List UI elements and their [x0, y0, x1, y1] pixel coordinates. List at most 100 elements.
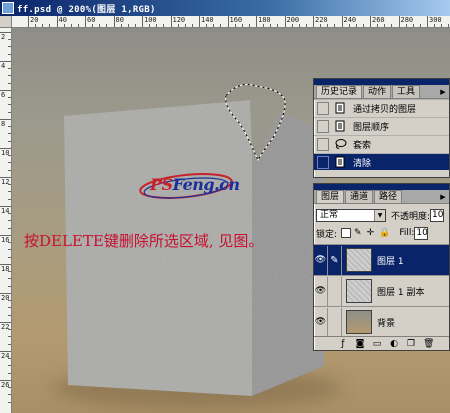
ruler-label: 40 [58, 16, 67, 24]
document-title-bar[interactable]: ff.psd @ 200%(图层 1,RGB) [0, 0, 450, 16]
tab-channels[interactable]: 通道 [345, 190, 374, 203]
eye-icon[interactable]: 👁 [314, 245, 328, 275]
layers-tabs: 图层 通道 路径 ▶ [314, 190, 449, 204]
link-slot[interactable] [328, 276, 342, 306]
ruler-label: 4 [1, 62, 6, 70]
watermark-text: PSFeng.cn [150, 175, 240, 194]
history-source-checkbox[interactable] [317, 155, 329, 169]
tab-layers[interactable]: 图层 [316, 190, 345, 203]
ruler-major-tick [427, 16, 428, 27]
ruler-label: 60 [87, 16, 96, 24]
document-icon [333, 102, 347, 115]
mask-icon[interactable]: ◙ [355, 339, 365, 349]
history-item-label: 套索 [353, 140, 372, 151]
history-item[interactable]: 套索 [314, 135, 449, 152]
layer-thumbnail [346, 310, 372, 334]
ruler-label: 6 [1, 91, 6, 99]
link-slot[interactable] [328, 307, 342, 337]
adjustment-icon[interactable]: ◐ [389, 339, 399, 349]
trash-icon[interactable]: 🗑 [423, 339, 434, 349]
ruler-major-tick [256, 16, 257, 27]
fill-label: Fill: [399, 228, 415, 238]
history-item-label: 图层顺序 [353, 122, 390, 133]
ruler-label: 120 [172, 16, 186, 24]
brush-lock-icon[interactable]: ✎ [354, 228, 362, 238]
padlock-icon[interactable]: 🔒 [379, 228, 390, 238]
move-lock-icon[interactable]: ✛ [367, 228, 375, 238]
folder-icon[interactable]: ▭ [372, 339, 382, 349]
layers-panel: 图层 通道 路径 ▶ 正常 ▼ 不透明度: 10 锁定: ✎ ✛ 🔒 Fill:… [313, 183, 450, 351]
panel-menu-icon[interactable]: ▶ [437, 190, 449, 203]
history-tabs: 历史记录 动作 工具 ▶ [314, 85, 449, 99]
history-item[interactable]: 图层顺序 [314, 117, 449, 134]
history-source-checkbox[interactable] [317, 101, 329, 115]
document-icon [333, 120, 347, 133]
tab-tools[interactable]: 工具 [392, 85, 421, 98]
history-source-checkbox[interactable] [317, 137, 329, 151]
chevron-down-icon: ▼ [374, 209, 385, 221]
ruler-major-tick [199, 16, 200, 27]
psfeng-watermark-logo: PSFeng.cn [138, 172, 248, 204]
tab-paths[interactable]: 路径 [374, 190, 403, 203]
lasso-icon [333, 138, 347, 151]
ruler-major-tick [284, 16, 286, 27]
ruler-major-tick [85, 16, 86, 27]
history-item-active[interactable]: 清除 [314, 153, 449, 170]
history-item-label: 通过拷贝的图层 [353, 104, 417, 115]
layer-row[interactable]: 👁 背景 [314, 306, 449, 337]
instruction-text: 按DELETE键删除所选区域, 见图。 [24, 232, 264, 250]
blend-mode-value: 正常 [320, 209, 339, 220]
ruler-corner[interactable] [0, 16, 12, 28]
ruler-label: 280 [400, 16, 414, 24]
layer-thumbnail [346, 279, 372, 303]
ruler-label: 20 [30, 16, 39, 24]
ruler-major-tick [313, 16, 314, 27]
eye-icon[interactable]: 👁 [314, 276, 328, 306]
eye-icon[interactable]: 👁 [314, 307, 328, 337]
ruler-label: 240 [343, 16, 357, 24]
tab-history[interactable]: 历史记录 [316, 85, 363, 98]
vertical-ruler[interactable]: 2 4 6 8 10 12 14 16 18 20 22 24 26 [0, 28, 12, 413]
opacity-field[interactable]: 10 [430, 208, 445, 222]
ruler-label: 300 [429, 16, 442, 24]
document-icon [333, 156, 347, 169]
ruler-major-tick [341, 16, 343, 27]
lock-transparency-checkbox[interactable] [341, 228, 352, 238]
ruler-major-tick [370, 16, 371, 27]
history-source-checkbox[interactable] [317, 119, 329, 133]
panel-menu-icon[interactable]: ▶ [437, 85, 449, 98]
layer-row[interactable]: 👁 图层 1 副本 [314, 275, 449, 306]
lock-fill-row: 锁定: ✎ ✛ 🔒 Fill: 10 [316, 225, 449, 241]
tab-actions[interactable]: 动作 [363, 85, 392, 98]
layer-row-active[interactable]: 👁 ✎ 图层 1 [314, 244, 449, 275]
fill-field[interactable]: 10 [414, 226, 429, 240]
blend-mode-select[interactable]: 正常 ▼ [316, 208, 386, 222]
opacity-label: 不透明度: [391, 211, 431, 222]
blend-opacity-row: 正常 ▼ 不透明度: 10 [316, 207, 449, 223]
ruler-label: 200 [286, 16, 300, 24]
ruler-label: 180 [258, 16, 271, 24]
watermark-feng: Feng.cn [172, 175, 240, 194]
ruler-major-tick [142, 16, 143, 27]
layer-name[interactable]: 背景 [377, 316, 395, 329]
ruler-label: 100 [144, 16, 157, 24]
brush-icon[interactable]: ✎ [328, 245, 342, 275]
history-item[interactable]: 通过拷贝的图层 [314, 99, 449, 116]
ruler-label: 220 [315, 16, 328, 24]
layer-style-icon[interactable]: ƒ [338, 339, 348, 349]
ruler-label: 160 [229, 16, 243, 24]
layer-name[interactable]: 图层 1 副本 [377, 285, 424, 298]
ruler-label: 2 [1, 33, 6, 41]
ruler-major-tick [227, 16, 229, 27]
layers-bottom-toolbar: ƒ ◙ ▭ ◐ ❐ 🗑 [314, 336, 449, 350]
ruler-label: 140 [201, 16, 214, 24]
ruler-major-tick [56, 16, 58, 27]
ruler-label: 8 [1, 120, 6, 128]
history-item-label: 清除 [353, 158, 372, 169]
layer-name[interactable]: 图层 1 [377, 254, 404, 267]
horizontal-ruler[interactable]: 20 40 60 80 100 120 140 160 180 200 220 240 260 280 30… [12, 16, 450, 28]
new-layer-icon[interactable]: ❐ [406, 339, 416, 349]
ruler-major-tick [113, 16, 115, 27]
document-title: ff.psd @ 200%(图层 1,RGB) [17, 4, 156, 15]
lock-label: 锁定: [316, 229, 338, 240]
